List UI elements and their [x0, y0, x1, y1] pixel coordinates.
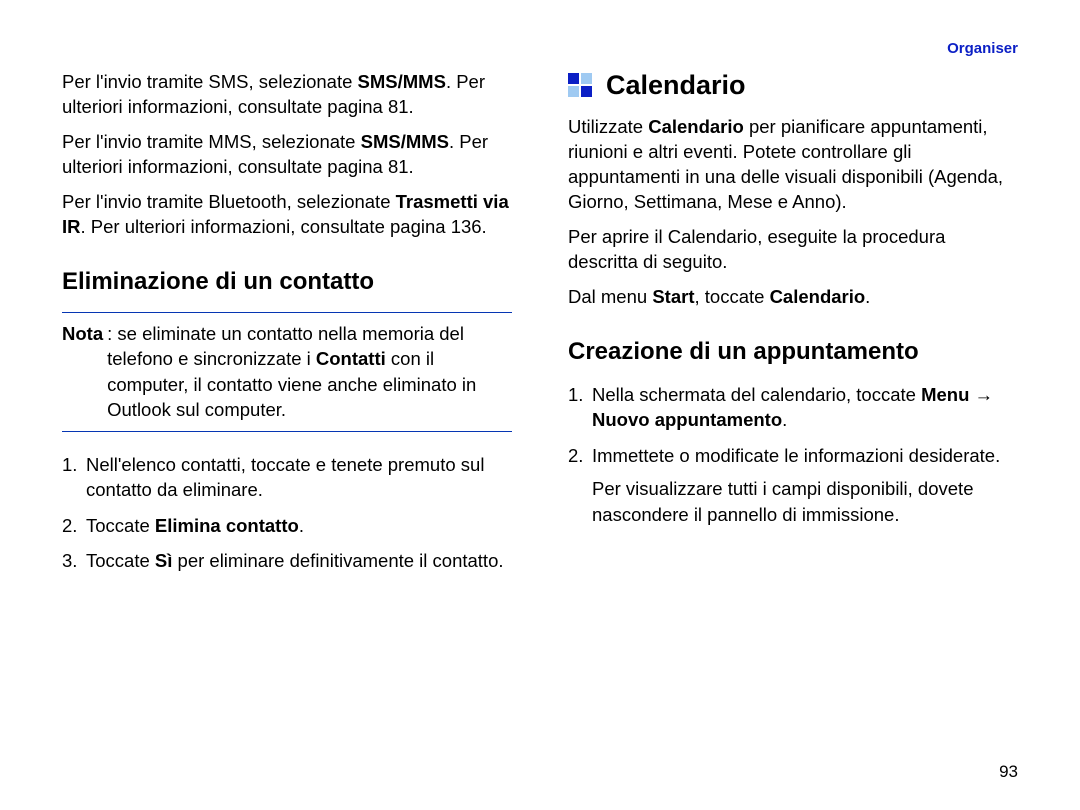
text: Per l'invio tramite SMS, selezionate — [62, 71, 358, 92]
text: . — [299, 515, 304, 536]
list-number: 1. — [62, 452, 86, 503]
text: Dal menu — [568, 286, 652, 307]
heading-text: Calendario — [606, 70, 746, 101]
paragraph-start-menu: Dal menu Start, toccate Calendario. — [568, 285, 1018, 310]
bold-text: SMS/MMS — [358, 71, 446, 92]
note-label: Nota — [62, 323, 103, 344]
bold-text: Contatti — [316, 348, 386, 369]
paragraph-bluetooth: Per l'invio tramite Bluetooth, seleziona… — [62, 190, 512, 240]
note-body: : se eliminate un contatto nella memoria… — [103, 321, 512, 423]
paragraph-calendar-intro: Utilizzate Calendario per pianificare ap… — [568, 115, 1018, 215]
heading-create-appointment: Creazione di un appuntamento — [568, 338, 1018, 366]
text: Per visualizzare tutti i campi disponibi… — [592, 476, 1018, 527]
text: per eliminare definitivamente il contatt… — [172, 550, 503, 571]
right-column: Calendario Utilizzate Calendario per pia… — [568, 70, 1018, 584]
text: Nella schermata del calendario, toccate — [592, 384, 921, 405]
page: Organiser Per l'invio tramite SMS, selez… — [0, 0, 1080, 810]
bold-text: Calendario — [648, 116, 744, 137]
paragraph-sms: Per l'invio tramite SMS, selezionate SMS… — [62, 70, 512, 120]
text: Toccate — [86, 515, 155, 536]
list-text: Toccate Elimina contatto. — [86, 513, 304, 539]
left-column: Per l'invio tramite SMS, selezionate SMS… — [62, 70, 512, 584]
bold-text: Calendario — [770, 286, 866, 307]
heading-delete-contact: Eliminazione di un contatto — [62, 268, 512, 296]
list-text: Nell'elenco contatti, toccate e tenete p… — [86, 452, 512, 503]
page-number: 93 — [999, 762, 1018, 782]
list-item: 1. Nell'elenco contatti, toccate e tenet… — [62, 452, 512, 503]
text: Per l'invio tramite Bluetooth, seleziona… — [62, 191, 396, 212]
text: . — [865, 286, 870, 307]
text: Utilizzate — [568, 116, 648, 137]
list-text: Toccate Sì per eliminare definitivamente… — [86, 548, 504, 574]
list-number: 2. — [568, 443, 592, 528]
paragraph-mms: Per l'invio tramite MMS, selezionate SMS… — [62, 130, 512, 180]
note-box: Nota : se eliminate un contatto nella me… — [62, 312, 512, 432]
list-text: Immettete o modificate le informazioni d… — [592, 443, 1018, 528]
list-number: 3. — [62, 548, 86, 574]
header-section-label: Organiser — [947, 40, 1018, 57]
text: . Per ulteriori informazioni, consultate… — [81, 216, 487, 237]
two-column-layout: Per l'invio tramite SMS, selezionate SMS… — [62, 70, 1018, 584]
text: , toccate — [694, 286, 769, 307]
bold-text: Elimina contatto — [155, 515, 299, 536]
bold-text: Sì — [155, 550, 172, 571]
list-item: 1. Nella schermata del calendario, tocca… — [568, 382, 1018, 433]
bold-text: SMS/MMS — [361, 131, 449, 152]
text: Toccate — [86, 550, 155, 571]
grid-icon — [568, 73, 594, 99]
list-number: 2. — [62, 513, 86, 539]
paragraph-open-calendar: Per aprire il Calendario, eseguite la pr… — [568, 225, 1018, 275]
text: Immettete o modificate le informazioni d… — [592, 443, 1018, 469]
list-number: 1. — [568, 382, 592, 433]
heading-calendar: Calendario — [568, 70, 1018, 101]
list-item: 2. Immettete o modificate le informazion… — [568, 443, 1018, 528]
list-item: 2. Toccate Elimina contatto. — [62, 513, 512, 539]
list-text: Nella schermata del calendario, toccate … — [592, 382, 1018, 433]
text: Per l'invio tramite MMS, selezionate — [62, 131, 361, 152]
list-item: 3. Toccate Sì per eliminare definitivame… — [62, 548, 512, 574]
bold-text: Start — [652, 286, 694, 307]
text: . — [782, 409, 787, 430]
